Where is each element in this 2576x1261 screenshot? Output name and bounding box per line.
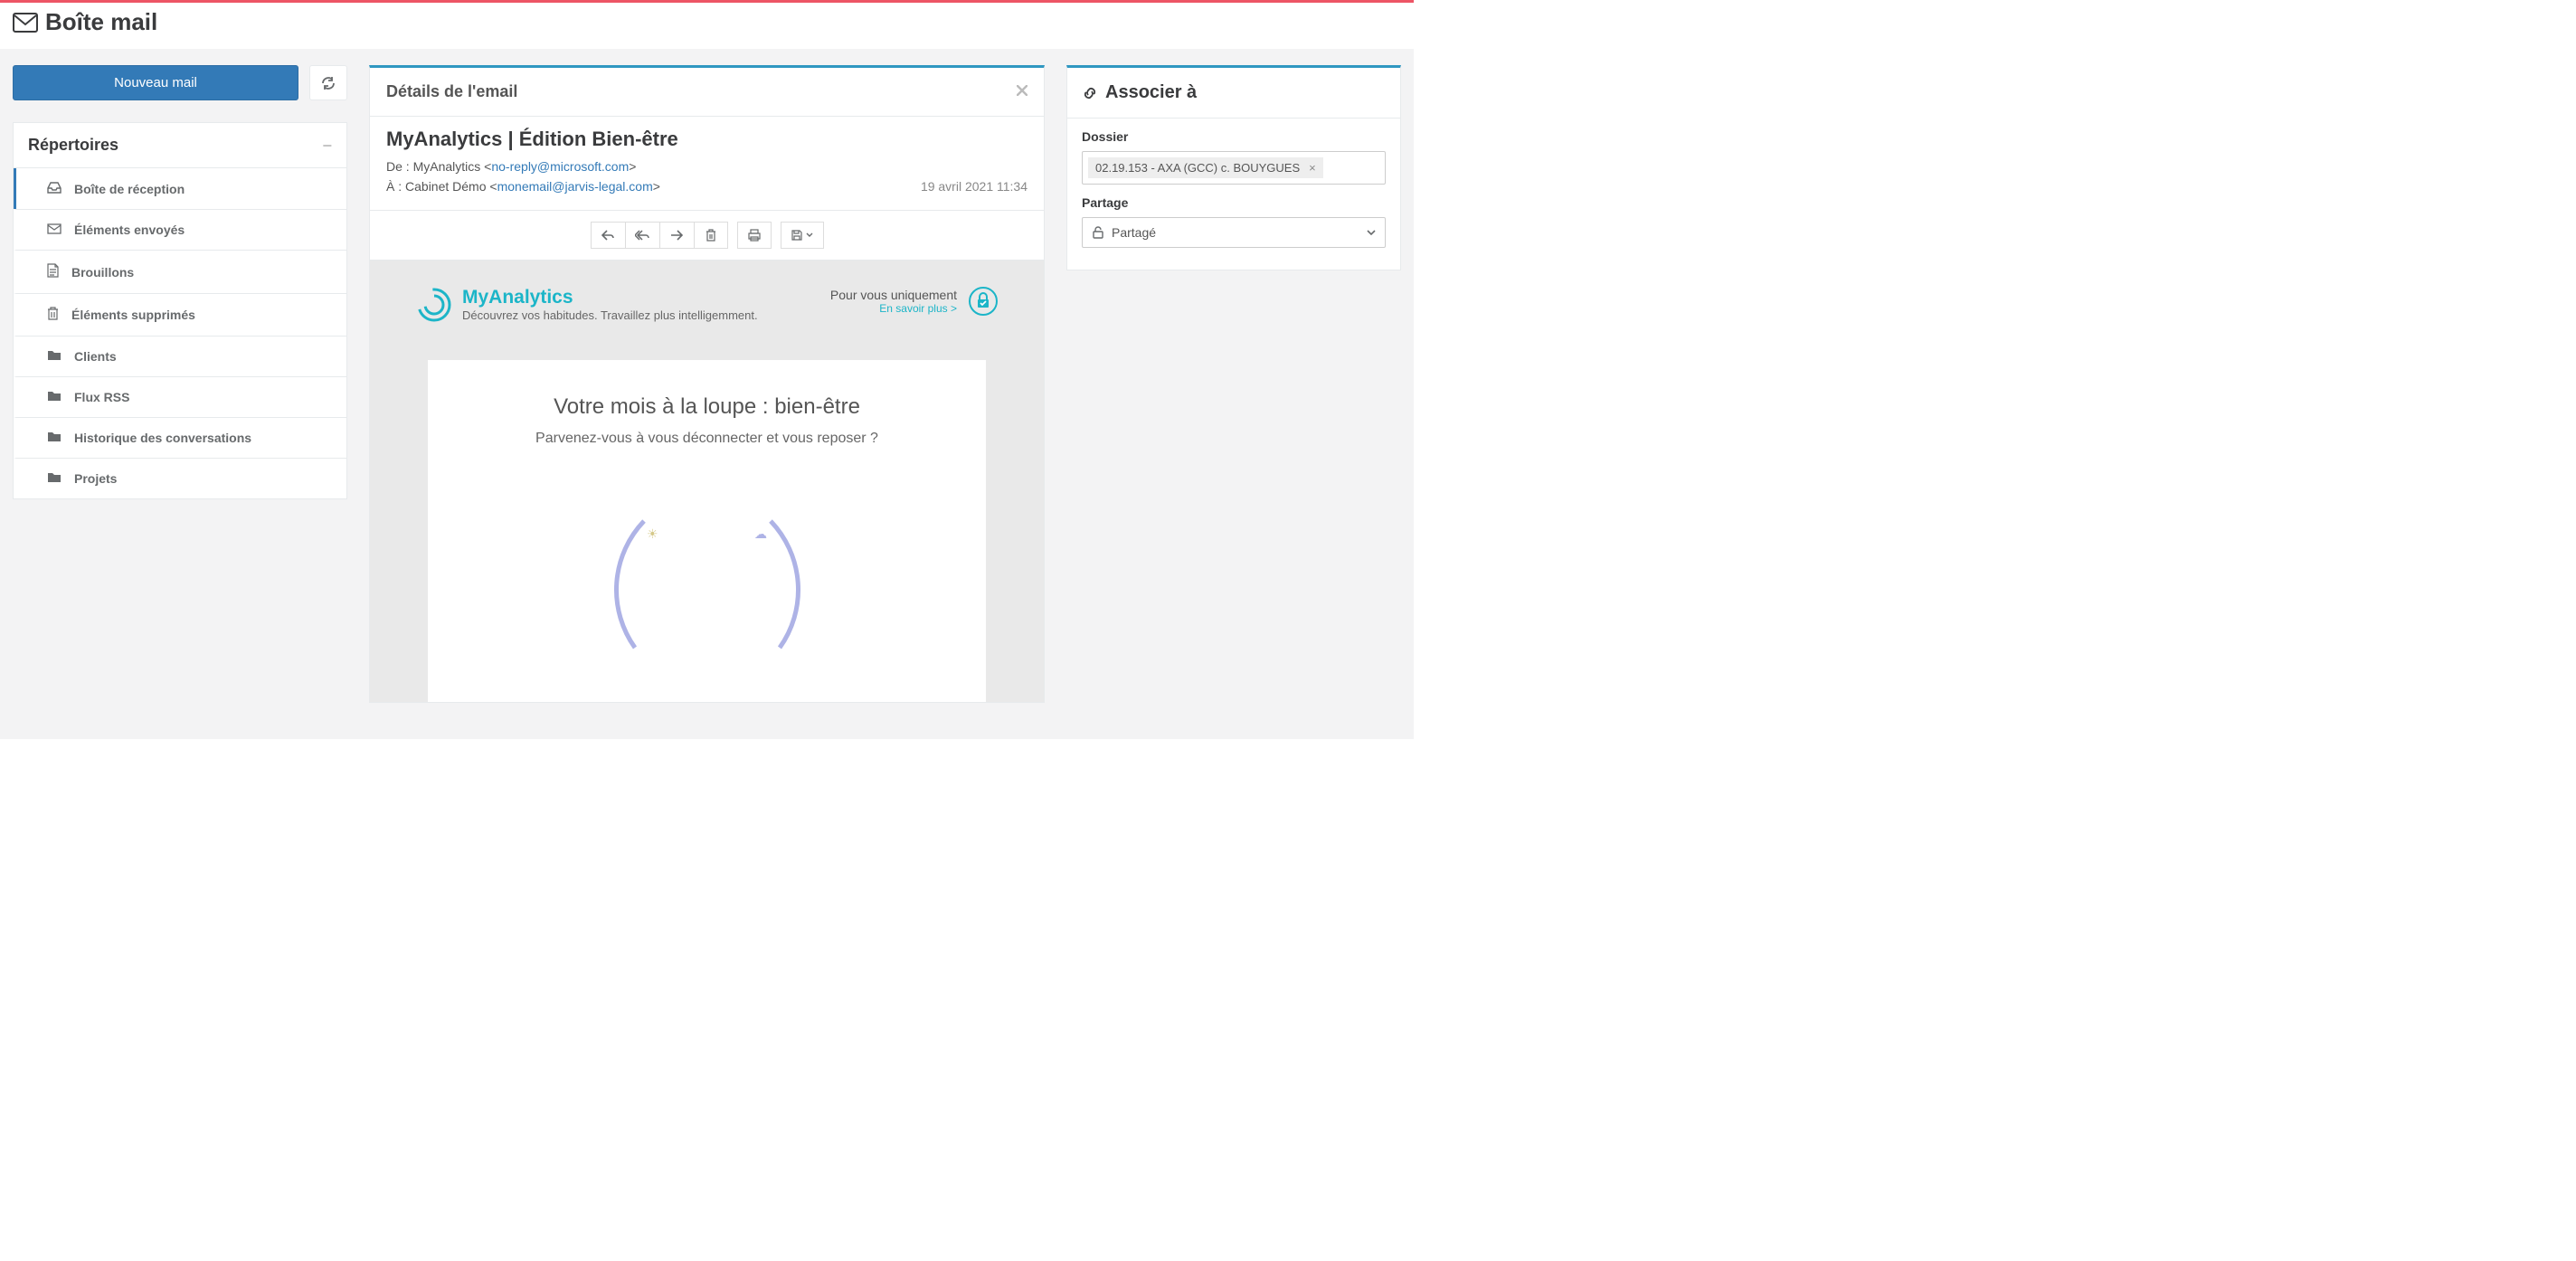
forward-icon [670,230,683,241]
card-wellbeing: Votre mois à la loupe : bien-être Parven… [428,360,986,702]
page-title-text: Boîte mail [45,8,157,36]
sidebar-item-label: Boîte de réception [74,182,185,196]
email-body: MyAnalytics Découvrez vos habitudes. Tra… [370,261,1044,702]
trash-icon [47,307,59,323]
to-email-link[interactable]: monemail@jarvis-legal.com [497,179,653,194]
sidebar-item-label: Brouillons [71,265,134,280]
associate-panel: Associer à Dossier 02.19.153 - AXA (GCC)… [1066,65,1401,270]
share-select[interactable]: Partagé [1082,217,1386,248]
folders-panel: Répertoires − Boîte de réception Éléments… [13,122,347,499]
email-toolbar [370,211,1044,261]
folder-icon [47,431,62,445]
dossier-input[interactable]: 02.19.153 - AXA (GCC) c. BOUYGUES × [1082,151,1386,185]
dossier-label: Dossier [1082,129,1386,144]
email-to-row: 19 avril 2021 11:34 À : Cabinet Démo <mo… [386,176,1028,196]
sun-icon: ☀ [647,526,658,542]
card-subtitle: Parvenez-vous à vous déconnecter et vous… [455,431,959,447]
share-label: Partage [1082,195,1386,210]
refresh-button[interactable] [309,65,347,100]
chip-remove-button[interactable]: × [1309,161,1316,175]
print-button[interactable] [737,222,772,249]
lock-badge-icon [968,286,999,317]
sent-icon [47,223,62,237]
sidebar-item-2[interactable]: Brouillons [14,250,346,293]
page-title: Boîte mail [0,3,1414,49]
envelope-icon [13,13,38,33]
left-column: Nouveau mail Répertoires − Boîte de réce… [13,65,347,499]
chevron-down-icon [1367,229,1376,236]
close-button[interactable] [1017,84,1028,100]
sidebar-item-6[interactable]: Historique des conversations [14,417,346,458]
reply-all-button[interactable] [625,222,659,249]
sidebar-item-1[interactable]: Éléments envoyés [14,209,346,250]
delete-button[interactable] [694,222,728,249]
link-icon [1082,85,1098,101]
trash-icon [706,229,716,242]
sidebar-item-label: Projets [74,471,117,486]
sidebar-item-label: Éléments supprimés [71,308,195,322]
wellbeing-arc-icon [590,467,825,666]
folder-icon [47,471,62,486]
brand-block: MyAnalytics Découvrez vos habitudes. Tra… [415,286,758,324]
learn-more-link[interactable]: En savoir plus > [830,302,957,315]
save-icon [791,230,802,241]
associate-panel-title: Associer à [1105,82,1197,103]
email-subject: MyAnalytics | Édition Bien-être [386,128,1028,151]
reply-button[interactable] [591,222,625,249]
sidebar-item-label: Clients [74,349,117,364]
from-email-link[interactable]: no-reply@microsoft.com [491,159,629,174]
moon-icon: ☁ [754,526,767,542]
refresh-icon [321,76,336,90]
email-panel-title: Détails de l'email [386,82,517,101]
folder-icon [47,390,62,404]
sidebar-item-4[interactable]: Clients [14,336,346,376]
sidebar-item-label: Éléments envoyés [74,223,185,237]
close-icon [1017,85,1028,96]
sidebar-item-label: Historique des conversations [74,431,251,445]
sidebar-item-3[interactable]: Éléments supprimés [14,293,346,336]
for-you-only-text: Pour vous uniquement [830,288,957,302]
reply-all-icon [635,230,649,241]
unlock-icon [1092,226,1104,239]
save-dropdown-button[interactable] [781,222,824,249]
sidebar-item-7[interactable]: Projets [14,458,346,498]
draft-icon [47,263,59,280]
email-detail-panel: Détails de l'email MyAnalytics | Édition… [369,65,1045,703]
collapse-button[interactable]: − [322,137,332,154]
forward-button[interactable] [659,222,694,249]
email-from-row: De : MyAnalytics <no-reply@microsoft.com… [386,156,1028,176]
sidebar-item-label: Flux RSS [74,390,129,404]
dossier-chip: 02.19.153 - AXA (GCC) c. BOUYGUES × [1088,157,1323,178]
folder-icon [47,349,62,364]
folders-panel-title: Répertoires [28,136,118,155]
sidebar-item-0[interactable]: Boîte de réception [14,168,346,209]
email-date: 19 avril 2021 11:34 [921,176,1028,196]
print-icon [748,229,761,242]
sidebar-item-5[interactable]: Flux RSS [14,376,346,417]
inbox-icon [47,181,62,196]
reply-icon [601,230,614,241]
brand-logo-icon [415,286,453,324]
card-title: Votre mois à la loupe : bien-être [455,394,959,420]
chevron-down-icon [806,232,813,238]
compose-button[interactable]: Nouveau mail [13,65,298,100]
